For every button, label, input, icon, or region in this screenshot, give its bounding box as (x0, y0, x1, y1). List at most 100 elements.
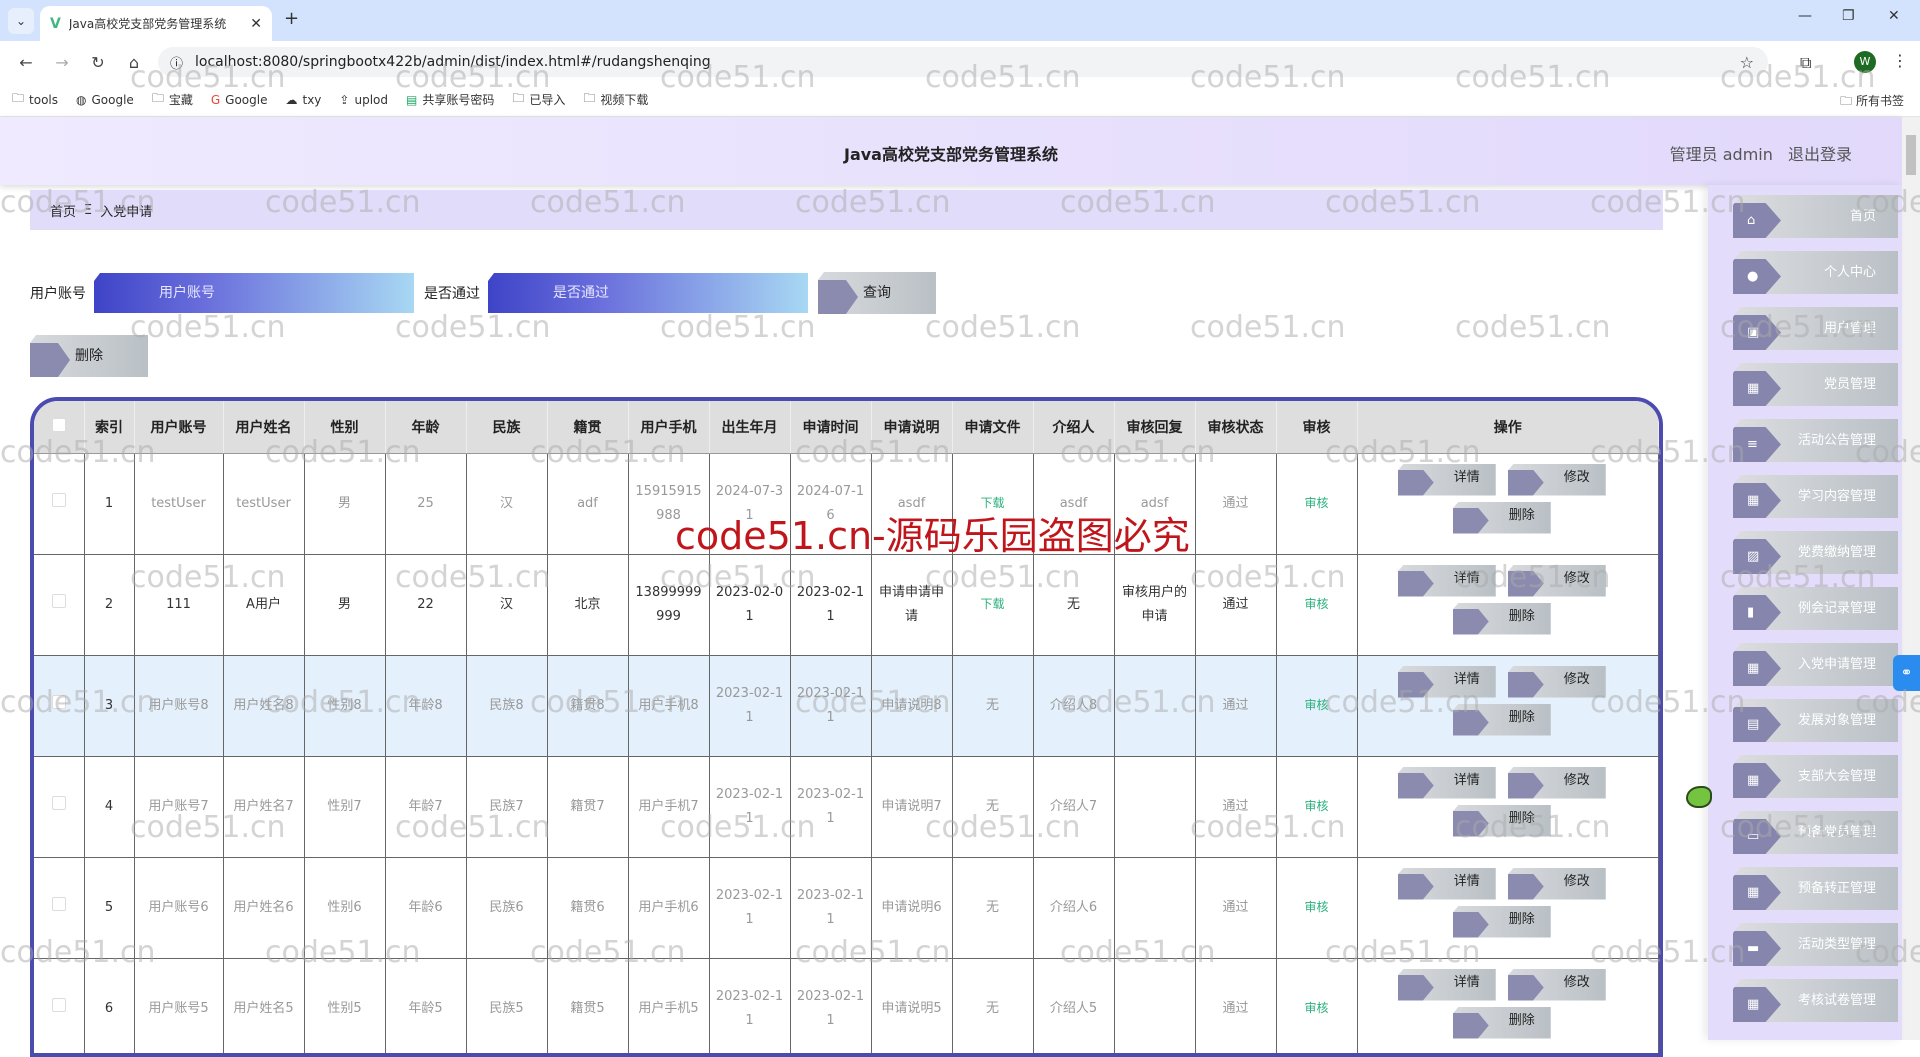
browser-tab[interactable]: V Java高校党支部党务管理系统 ✕ (40, 6, 272, 41)
edit-button[interactable]: 修改 (1507, 766, 1606, 799)
sidebar-item[interactable]: ▬ 活动类型管理 (1733, 923, 1898, 966)
bookmark-item[interactable]: 🗀 视频下载 (583, 89, 648, 110)
home-icon[interactable]: ⌂ (124, 53, 144, 72)
bookmark-star-icon[interactable]: ☆ (1740, 53, 1754, 72)
close-window-icon[interactable]: ✕ (1888, 8, 1900, 24)
edit-button[interactable]: 修改 (1507, 463, 1606, 496)
sidebar-item[interactable]: ≡ 活动公告管理 (1733, 419, 1898, 462)
detail-button[interactable]: 详情 (1397, 463, 1496, 496)
delete-button[interactable]: 删除 (1452, 703, 1551, 736)
account-search-input[interactable]: 用户账号 (94, 273, 414, 313)
row-checkbox[interactable] (51, 896, 66, 911)
edit-button[interactable]: 修改 (1507, 968, 1606, 1001)
row-checkbox[interactable] (51, 492, 66, 507)
minimize-icon[interactable]: — (1798, 8, 1812, 24)
floating-assistant-icon[interactable]: ⚭ (1893, 655, 1920, 691)
restore-icon[interactable]: ❐ (1842, 8, 1855, 24)
sidebar-item[interactable]: ▭ 预备党员管理 (1733, 811, 1898, 854)
row-checkbox-cell[interactable] (34, 857, 85, 959)
actions-cell: 详情 修改删除 (1357, 958, 1659, 1053)
row-checkbox-cell[interactable] (34, 554, 85, 656)
bookmark-item[interactable]: ☁ txy (285, 93, 321, 107)
review-link[interactable]: 审核 (1304, 900, 1328, 914)
row-checkbox[interactable] (51, 997, 66, 1012)
edit-button[interactable]: 修改 (1507, 665, 1606, 698)
scrollbar-thumb[interactable] (1906, 135, 1916, 175)
detail-button[interactable]: 详情 (1397, 867, 1496, 900)
bookmark-item[interactable]: ▤ 共享账号密码 (406, 91, 494, 108)
bookmark-label: 已导入 (529, 93, 566, 107)
tab-list-button[interactable]: ⌄ (8, 8, 34, 34)
delete-button[interactable]: 删除 (1452, 501, 1551, 534)
batch-delete-button[interactable]: 删除 (30, 335, 148, 377)
review-link[interactable]: 审核 (1304, 1001, 1328, 1015)
profile-avatar[interactable]: W (1854, 51, 1876, 73)
sidebar-item[interactable]: ▣ 用户管理 (1733, 307, 1898, 350)
all-bookmarks[interactable]: 🗀 所有书签 (1840, 92, 1904, 113)
bookmark-item[interactable]: ◍ Google (76, 93, 134, 107)
sidebar-item[interactable]: ● 个人中心 (1733, 251, 1898, 294)
breadcrumb-home[interactable]: 首页 (50, 201, 76, 220)
review-link[interactable]: 审核 (1304, 698, 1328, 712)
close-tab-icon[interactable]: ✕ (250, 16, 262, 32)
review-link[interactable]: 审核 (1304, 496, 1328, 510)
detail-button[interactable]: 详情 (1397, 564, 1496, 597)
download-link[interactable]: 下载 (980, 597, 1004, 611)
sidebar-item[interactable]: ▦ 入党申请管理 (1733, 643, 1898, 686)
url-input[interactable]: ⓘ localhost:8080/springbootx422b/admin/d… (158, 47, 1768, 77)
breadcrumb-separator-icon: Ξ (84, 202, 93, 218)
row-checkbox-cell[interactable] (34, 453, 85, 555)
sidebar-item[interactable]: ▦ 学习内容管理 (1733, 475, 1898, 518)
sheet-icon: ▤ (405, 92, 418, 107)
query-button[interactable]: 查询 (818, 272, 936, 314)
folder-icon: 🗀 (12, 91, 25, 105)
cell-phone: 用户手机6 (628, 857, 710, 959)
sidebar-item[interactable]: ▮ 例会记录管理 (1733, 587, 1898, 630)
sidebar-item[interactable]: ⌂ 首页 (1733, 195, 1898, 238)
sidebar-item[interactable]: ▨ 党费缴纳管理 (1733, 531, 1898, 574)
delete-button[interactable]: 删除 (1452, 804, 1551, 837)
sidebar-item[interactable]: ▤ 发展对象管理 (1733, 699, 1898, 742)
review-link[interactable]: 审核 (1304, 799, 1328, 813)
bookmark-item[interactable]: 🗀 tools (12, 89, 58, 110)
menu-icon[interactable]: ⋮ (1892, 51, 1908, 70)
row-checkbox-cell[interactable] (34, 958, 85, 1053)
delete-button[interactable]: 删除 (1452, 1006, 1551, 1039)
cell-reply (1114, 958, 1196, 1053)
bookmark-item[interactable]: 🗀 已导入 (512, 89, 565, 110)
passed-search-input[interactable]: 是否通过 (488, 273, 808, 313)
new-tab-button[interactable]: + (284, 8, 299, 29)
sidebar-item[interactable]: ▦ 支部大会管理 (1733, 755, 1898, 798)
bookmark-item[interactable]: ⇪ uplod (339, 93, 388, 107)
review-link[interactable]: 审核 (1304, 597, 1328, 611)
page-scrollbar[interactable] (1902, 117, 1920, 1040)
row-checkbox-cell[interactable] (34, 655, 85, 757)
row-checkbox[interactable] (51, 694, 66, 709)
sidebar-item[interactable]: ▦ 党员管理 (1733, 363, 1898, 406)
logout-link[interactable]: 退出登录 (1788, 145, 1852, 164)
back-icon[interactable]: ← (16, 53, 36, 72)
sidebar-item[interactable]: ▦ 考核试卷管理 (1733, 979, 1898, 1022)
grid-icon: ▦ (1733, 875, 1781, 910)
detail-button[interactable]: 详情 (1397, 968, 1496, 1001)
detail-button[interactable]: 详情 (1397, 766, 1496, 799)
vue-favicon-icon: V (50, 15, 61, 32)
forward-icon[interactable]: → (52, 53, 72, 72)
site-info-icon[interactable]: ⓘ (170, 53, 183, 72)
extensions-icon[interactable]: ⧉ (1800, 53, 1811, 73)
edit-button[interactable]: 修改 (1507, 564, 1606, 597)
delete-button[interactable]: 删除 (1452, 905, 1551, 938)
select-all-checkbox[interactable] (51, 417, 66, 432)
select-all-checkbox-cell[interactable] (34, 401, 85, 454)
bookmark-item[interactable]: 🗀 宝藏 (152, 89, 193, 110)
bookmark-item[interactable]: G Google (211, 93, 268, 107)
detail-button[interactable]: 详情 (1397, 665, 1496, 698)
sidebar-item[interactable]: ▦ 预备转正管理 (1733, 867, 1898, 910)
reload-icon[interactable]: ↻ (88, 53, 108, 72)
download-link[interactable]: 下载 (980, 496, 1004, 510)
delete-button[interactable]: 删除 (1452, 602, 1551, 635)
row-checkbox[interactable] (51, 795, 66, 810)
row-checkbox-cell[interactable] (34, 756, 85, 858)
row-checkbox[interactable] (51, 593, 66, 608)
edit-button[interactable]: 修改 (1507, 867, 1606, 900)
